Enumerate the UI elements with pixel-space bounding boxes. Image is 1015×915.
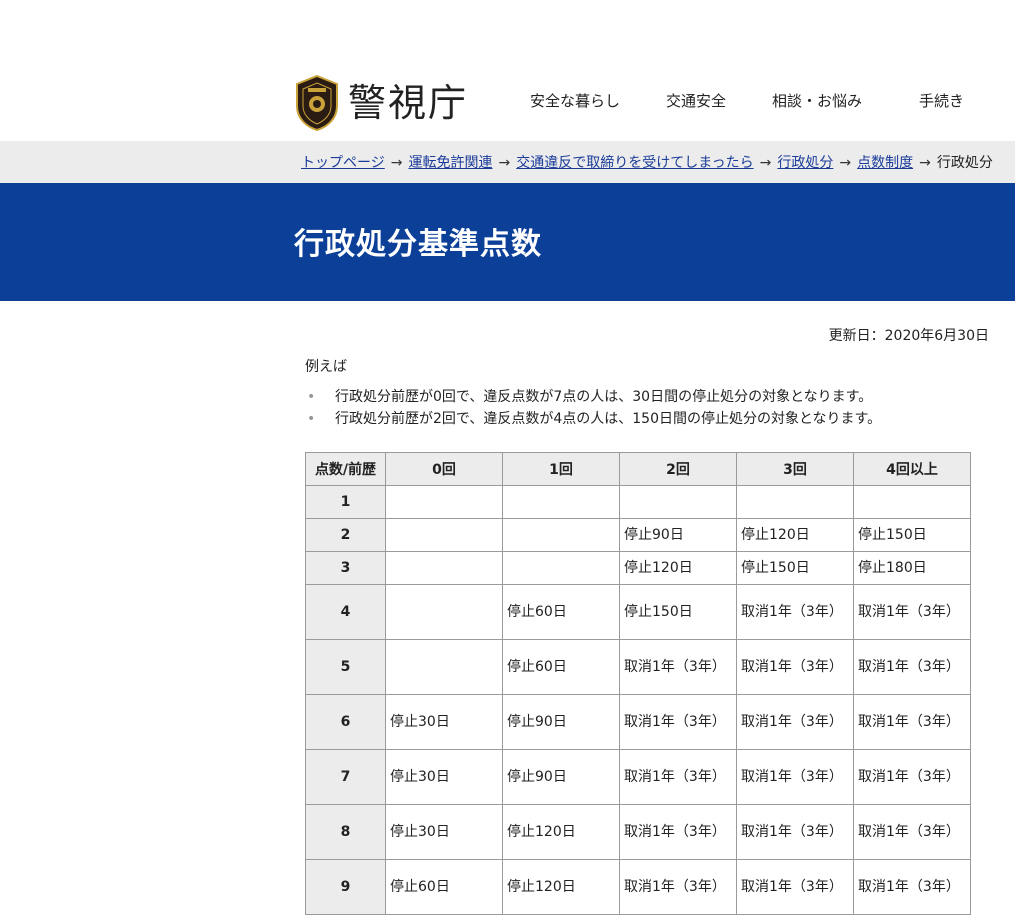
- table-cell: 停止120日: [502, 859, 620, 915]
- row-header-points: 3: [305, 551, 386, 585]
- table-cell: 停止60日: [502, 639, 620, 695]
- table-cell: [385, 639, 503, 695]
- row-header-points: 9: [305, 859, 386, 915]
- table-cell: [853, 485, 971, 519]
- table-row: 8 停止30日 停止120日 取消1年（3年） 取消1年（3年） 取消1年（3年…: [305, 804, 971, 860]
- table-cell: 取消1年（3年）: [619, 859, 737, 915]
- breadcrumb-current: 行政処分: [936, 155, 993, 171]
- table-cell: 取消1年（3年）: [619, 804, 737, 860]
- nav-item-safe-life[interactable]: 安全な暮らし: [530, 90, 620, 111]
- table-cell: 停止90日: [619, 518, 737, 552]
- table-row: 9 停止60日 停止120日 取消1年（3年） 取消1年（3年） 取消1年（3年…: [305, 859, 971, 915]
- breadcrumb: トップページ → 運転免許関連 → 交通違反で取締りを受けてしまったら → 行政処分 → 点数制…: [301, 152, 993, 172]
- table-cell: 停止150日: [736, 551, 854, 585]
- table-row: 2 停止90日 停止120日 停止150日: [305, 518, 971, 552]
- table-cell: 停止90日: [502, 694, 620, 750]
- table-cell: 取消1年（3年）: [619, 639, 737, 695]
- breadcrumb-link-points[interactable]: 点数制度: [857, 155, 913, 171]
- table-cell: 停止150日: [853, 518, 971, 552]
- table-cell: 停止30日: [385, 749, 503, 805]
- column-header: 4回以上: [853, 452, 971, 486]
- table-cell: 取消1年（3年）: [736, 639, 854, 695]
- table-cell: 停止120日: [502, 804, 620, 860]
- table-cell: [502, 551, 620, 585]
- nav-item-traffic-safety[interactable]: 交通安全: [666, 90, 726, 111]
- row-header-points: 5: [305, 639, 386, 695]
- site-logo[interactable]: 警視庁: [294, 74, 468, 132]
- breadcrumb-arrow-icon: →: [759, 155, 772, 171]
- table-cell: 取消1年（3年）: [853, 584, 971, 640]
- table-cell: [385, 584, 503, 640]
- nav-item-procedures[interactable]: 手続き: [919, 90, 964, 111]
- table-cell: 停止180日: [853, 551, 971, 585]
- table-cell: 停止120日: [619, 551, 737, 585]
- table-header-row: 点数/前歴 0回 1回 2回 3回 4回以上: [305, 452, 971, 486]
- points-table: 点数/前歴 0回 1回 2回 3回 4回以上 1 2 停止90日 停止120日 …: [305, 452, 971, 915]
- breadcrumb-arrow-icon: →: [390, 155, 403, 171]
- table-cell: 取消1年（3年）: [619, 749, 737, 805]
- breadcrumb-link-top[interactable]: トップページ: [301, 155, 385, 171]
- table-cell: 取消1年（3年）: [853, 859, 971, 915]
- table-cell: 取消1年（3年）: [736, 749, 854, 805]
- table-cell: [385, 485, 503, 519]
- breadcrumb-link-violation[interactable]: 交通違反で取締りを受けてしまったら: [516, 155, 753, 171]
- table-cell: 停止30日: [385, 804, 503, 860]
- column-header: 2回: [619, 452, 737, 486]
- table-cell: 取消1年（3年）: [853, 694, 971, 750]
- table-cell: [736, 485, 854, 519]
- breadcrumb-link-admin[interactable]: 行政処分: [777, 155, 833, 171]
- breadcrumb-arrow-icon: →: [919, 155, 931, 171]
- updated-date: 更新日：2020年6月30日: [828, 328, 989, 344]
- row-header-points: 6: [305, 694, 386, 750]
- table-row: 6 停止30日 停止90日 取消1年（3年） 取消1年（3年） 取消1年（3年）: [305, 694, 971, 750]
- list-item: 行政処分前歴が0回で、違反点数が7点の人は、30日間の停止処分の対象となります。: [305, 386, 881, 408]
- table-cell: 停止60日: [502, 584, 620, 640]
- row-header-points: 1: [305, 485, 386, 519]
- title-band: 行政処分基準点数: [0, 183, 1015, 301]
- logo-text: 警視庁: [348, 81, 469, 125]
- row-header-points: 4: [305, 584, 386, 640]
- table-corner-header: 点数/前歴: [305, 452, 386, 486]
- table-cell: 停止150日: [619, 584, 737, 640]
- table-row: 3 停止120日 停止150日 停止180日: [305, 551, 971, 585]
- table-cell: 取消1年（3年）: [619, 694, 737, 750]
- table-row: 5 停止60日 取消1年（3年） 取消1年（3年） 取消1年（3年）: [305, 639, 971, 695]
- example-list: 行政処分前歴が0回で、違反点数が7点の人は、30日間の停止処分の対象となります。…: [305, 386, 881, 430]
- police-emblem-icon: [296, 74, 338, 132]
- table-cell: [385, 518, 503, 552]
- table-cell: 停止60日: [385, 859, 503, 915]
- table-cell: [502, 485, 620, 519]
- nav-item-consultation[interactable]: 相談・お悩み: [772, 90, 862, 111]
- lead-text: 例えば: [305, 359, 347, 375]
- list-item: 行政処分前歴が2回で、違反点数が4点の人は、150日間の停止処分の対象となります…: [305, 408, 881, 430]
- row-header-points: 8: [305, 804, 386, 860]
- table-cell: 停止120日: [736, 518, 854, 552]
- table-cell: 取消1年（3年）: [853, 749, 971, 805]
- table-cell: 取消1年（3年）: [736, 859, 854, 915]
- column-header: 0回: [385, 452, 503, 486]
- table-cell: 停止30日: [385, 694, 503, 750]
- table-cell: 取消1年（3年）: [736, 584, 854, 640]
- table-cell: [502, 518, 620, 552]
- table-row: 1: [305, 485, 971, 519]
- breadcrumb-link-license[interactable]: 運転免許関連: [408, 155, 492, 171]
- table-cell: [385, 551, 503, 585]
- row-header-points: 7: [305, 749, 386, 805]
- table-cell: 取消1年（3年）: [736, 694, 854, 750]
- breadcrumb-bar: トップページ → 運転免許関連 → 交通違反で取締りを受けてしまったら → 行政処分 → 点数制…: [0, 141, 1015, 183]
- table-row: 7 停止30日 停止90日 取消1年（3年） 取消1年（3年） 取消1年（3年）: [305, 749, 971, 805]
- column-header: 3回: [736, 452, 854, 486]
- column-header: 1回: [502, 452, 620, 486]
- site-header: 警視庁 安全な暮らし 交通安全 相談・お悩み 手続き: [0, 0, 1015, 141]
- table-cell: [619, 485, 737, 519]
- breadcrumb-arrow-icon: →: [498, 155, 511, 171]
- table-cell: 取消1年（3年）: [853, 639, 971, 695]
- table-cell: 取消1年（3年）: [736, 804, 854, 860]
- row-header-points: 2: [305, 518, 386, 552]
- page-title: 行政処分基準点数: [294, 227, 542, 262]
- table-cell: 取消1年（3年）: [853, 804, 971, 860]
- breadcrumb-arrow-icon: →: [839, 155, 852, 171]
- table-row: 4 停止60日 停止150日 取消1年（3年） 取消1年（3年）: [305, 584, 971, 640]
- table-cell: 停止90日: [502, 749, 620, 805]
